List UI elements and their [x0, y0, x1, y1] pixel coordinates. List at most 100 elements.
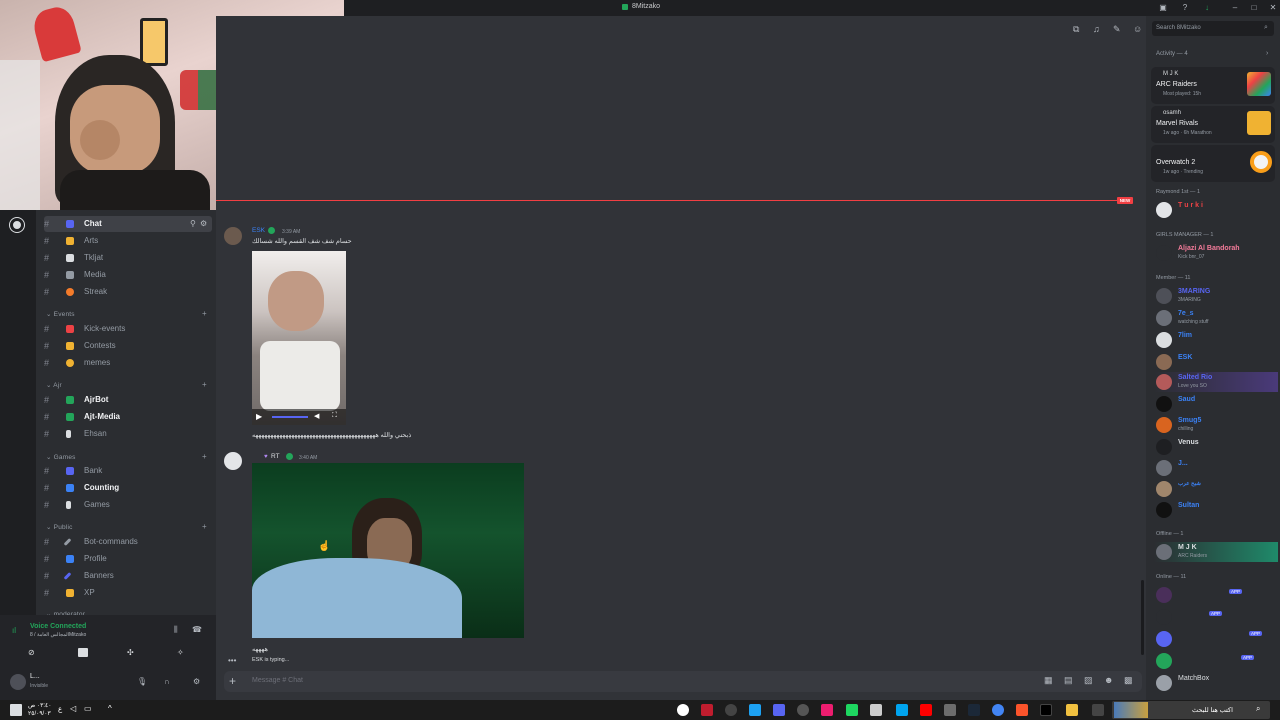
pin-icon[interactable]: ✎ [1113, 24, 1123, 34]
activities-icon[interactable]: ✣ [127, 648, 134, 657]
category-public[interactable]: ⌄ Public [46, 523, 73, 531]
member-item[interactable]: 3MARING 3MARING [1154, 286, 1278, 306]
volume-icon[interactable]: ◁ [70, 704, 76, 713]
avatar[interactable] [10, 674, 26, 690]
member-item[interactable]: APP [1154, 651, 1278, 671]
chrome-icon[interactable] [992, 704, 1004, 716]
channel-games[interactable]: # Games [44, 497, 212, 513]
message-author[interactable]: RT [271, 453, 280, 460]
xbox-icon[interactable] [725, 704, 737, 716]
user-name[interactable]: L... [30, 673, 40, 680]
member-item[interactable]: Smug5 chilling [1154, 415, 1278, 435]
download-icon[interactable]: ↓ [1202, 3, 1212, 13]
app-icon[interactable] [677, 704, 689, 716]
member-item[interactable]: T u r k i [1154, 200, 1278, 220]
channel-bot-commands[interactable]: # Bot-commands [44, 534, 212, 550]
member-item[interactable]: 7lim [1154, 330, 1278, 350]
video-controls[interactable]: ▶ ◀ ⛶ [252, 409, 346, 425]
folder-icon[interactable] [1066, 704, 1078, 716]
member-item[interactable]: شبح عرب [1154, 479, 1278, 499]
channel-ajt-media[interactable]: # Ajt-Media [44, 409, 212, 425]
tiktok-icon[interactable] [821, 704, 833, 716]
inbox-icon[interactable]: ▣ [1158, 3, 1168, 13]
category-games[interactable]: ⌄ Games [46, 453, 76, 461]
video-off-icon[interactable]: ⊘ [28, 648, 38, 657]
activity-card[interactable]: osamh Marvel Rivals 1w ago · 6h Marathon [1151, 106, 1275, 143]
member-item[interactable]: J... [1154, 458, 1278, 478]
app-icon[interactable] [749, 704, 761, 716]
member-item[interactable]: MatchBox [1154, 673, 1278, 693]
start-icon[interactable] [10, 704, 22, 716]
category-events[interactable]: ⌄ Events [46, 310, 75, 318]
volume-icon[interactable]: ◀ [314, 412, 319, 420]
network-icon[interactable]: ▭ [84, 704, 92, 713]
channel-chat[interactable]: # Chat ⚲ ⚙ [44, 216, 212, 232]
add-member-icon[interactable]: ⚲ [190, 216, 196, 232]
member-item[interactable]: APP [1154, 629, 1278, 649]
member-item[interactable]: Sultan [1154, 500, 1278, 520]
add-attachment-icon[interactable]: + [229, 674, 236, 688]
activity-card[interactable]: Overwatch 2 1w ago · Trending [1151, 145, 1275, 182]
taskbar-search[interactable]: اكتب هنا للبحث ⌕ [1112, 701, 1270, 719]
threads-icon[interactable]: ⧉ [1073, 24, 1083, 34]
app-icon[interactable] [797, 704, 809, 716]
channel-ajrbot[interactable]: # AjrBot [44, 392, 212, 408]
discord-icon[interactable] [773, 704, 785, 716]
minimize-icon[interactable]: – [1230, 3, 1240, 13]
add-channel-icon[interactable]: + [202, 452, 207, 461]
channel-streak[interactable]: # Streak [44, 284, 212, 300]
channel-xp[interactable]: # XP [44, 585, 212, 601]
noise-suppression-icon[interactable]: ⫼ [174, 625, 178, 635]
image-attachment[interactable]: ☝ [252, 463, 524, 638]
language-icon[interactable]: ع [58, 705, 62, 713]
app-icon[interactable] [896, 704, 908, 716]
show-hidden-icons[interactable]: ^ [108, 704, 112, 713]
youtube-icon[interactable] [920, 704, 932, 716]
message-input[interactable]: + Message # Chat ▦ ▤ ▨ ☻ ▩ [224, 671, 1142, 692]
tiktok-icon[interactable] [1040, 704, 1052, 716]
microphone-icon[interactable]: 🎙 [137, 677, 147, 686]
channel-bank[interactable]: # Bank [44, 463, 212, 479]
member-item[interactable]: Aljazi Al Bandorah Kick bnr_07 [1154, 243, 1278, 263]
member-list-icon[interactable]: ☺ [1133, 24, 1143, 34]
channel-memes[interactable]: # memes [44, 355, 212, 371]
task-view-icon[interactable] [1092, 704, 1104, 716]
channel-contests[interactable]: # Contests [44, 338, 212, 354]
channel-banners[interactable]: # Banners [44, 568, 212, 584]
channel-tkljat[interactable]: # Tkljat [44, 250, 212, 266]
member-item[interactable]: Saud [1154, 394, 1278, 414]
help-icon[interactable]: ? [1180, 3, 1190, 13]
app-icon[interactable] [870, 704, 882, 716]
voice-channel[interactable]: المجالس العامة / 8Mitzako [30, 632, 86, 638]
steam-icon[interactable] [968, 704, 980, 716]
member-item[interactable]: APP [1154, 607, 1278, 627]
channel-ehsan[interactable]: # Ehsan [44, 426, 212, 442]
member-item[interactable]: M J K ARC Raiders [1154, 542, 1278, 562]
app-icon[interactable] [846, 704, 858, 716]
fullscreen-icon[interactable]: ⛶ [332, 412, 337, 420]
search-input[interactable]: Search 8Mitzako ⌕ [1152, 21, 1274, 36]
sticker-icon[interactable]: ▨ [1084, 675, 1093, 686]
settings-gear-icon[interactable]: ⚙ [193, 677, 200, 686]
category-ajr[interactable]: ⌄ Ajr [46, 381, 62, 389]
app-icon[interactable] [944, 704, 956, 716]
search-icon[interactable]: ⌕ [1264, 24, 1268, 32]
avatar[interactable] [224, 452, 242, 470]
channel-profile[interactable]: # Profile [44, 551, 212, 567]
member-item[interactable]: Salted Rio Love you SO [1154, 372, 1278, 392]
close-icon[interactable]: ✕ [1268, 3, 1278, 13]
channel-arts[interactable]: # Arts [44, 233, 212, 249]
disconnect-icon[interactable]: ☎ [192, 625, 202, 634]
chevron-right-icon[interactable]: › [1266, 50, 1268, 57]
bell-icon[interactable]: ♫ [1093, 24, 1103, 34]
maximize-icon[interactable]: □ [1249, 3, 1259, 13]
brave-icon[interactable] [1016, 704, 1028, 716]
emoji-icon[interactable]: ☻ [1104, 675, 1113, 685]
apps-icon[interactable]: ▩ [1124, 675, 1133, 686]
app-icon[interactable] [701, 704, 713, 716]
member-item[interactable]: Venus [1154, 437, 1278, 457]
avatar[interactable] [224, 227, 242, 245]
screen-share-icon[interactable] [78, 648, 88, 657]
gif-icon[interactable]: ▤ [1064, 675, 1073, 686]
channel-kick-events[interactable]: # Kick-events [44, 321, 212, 337]
